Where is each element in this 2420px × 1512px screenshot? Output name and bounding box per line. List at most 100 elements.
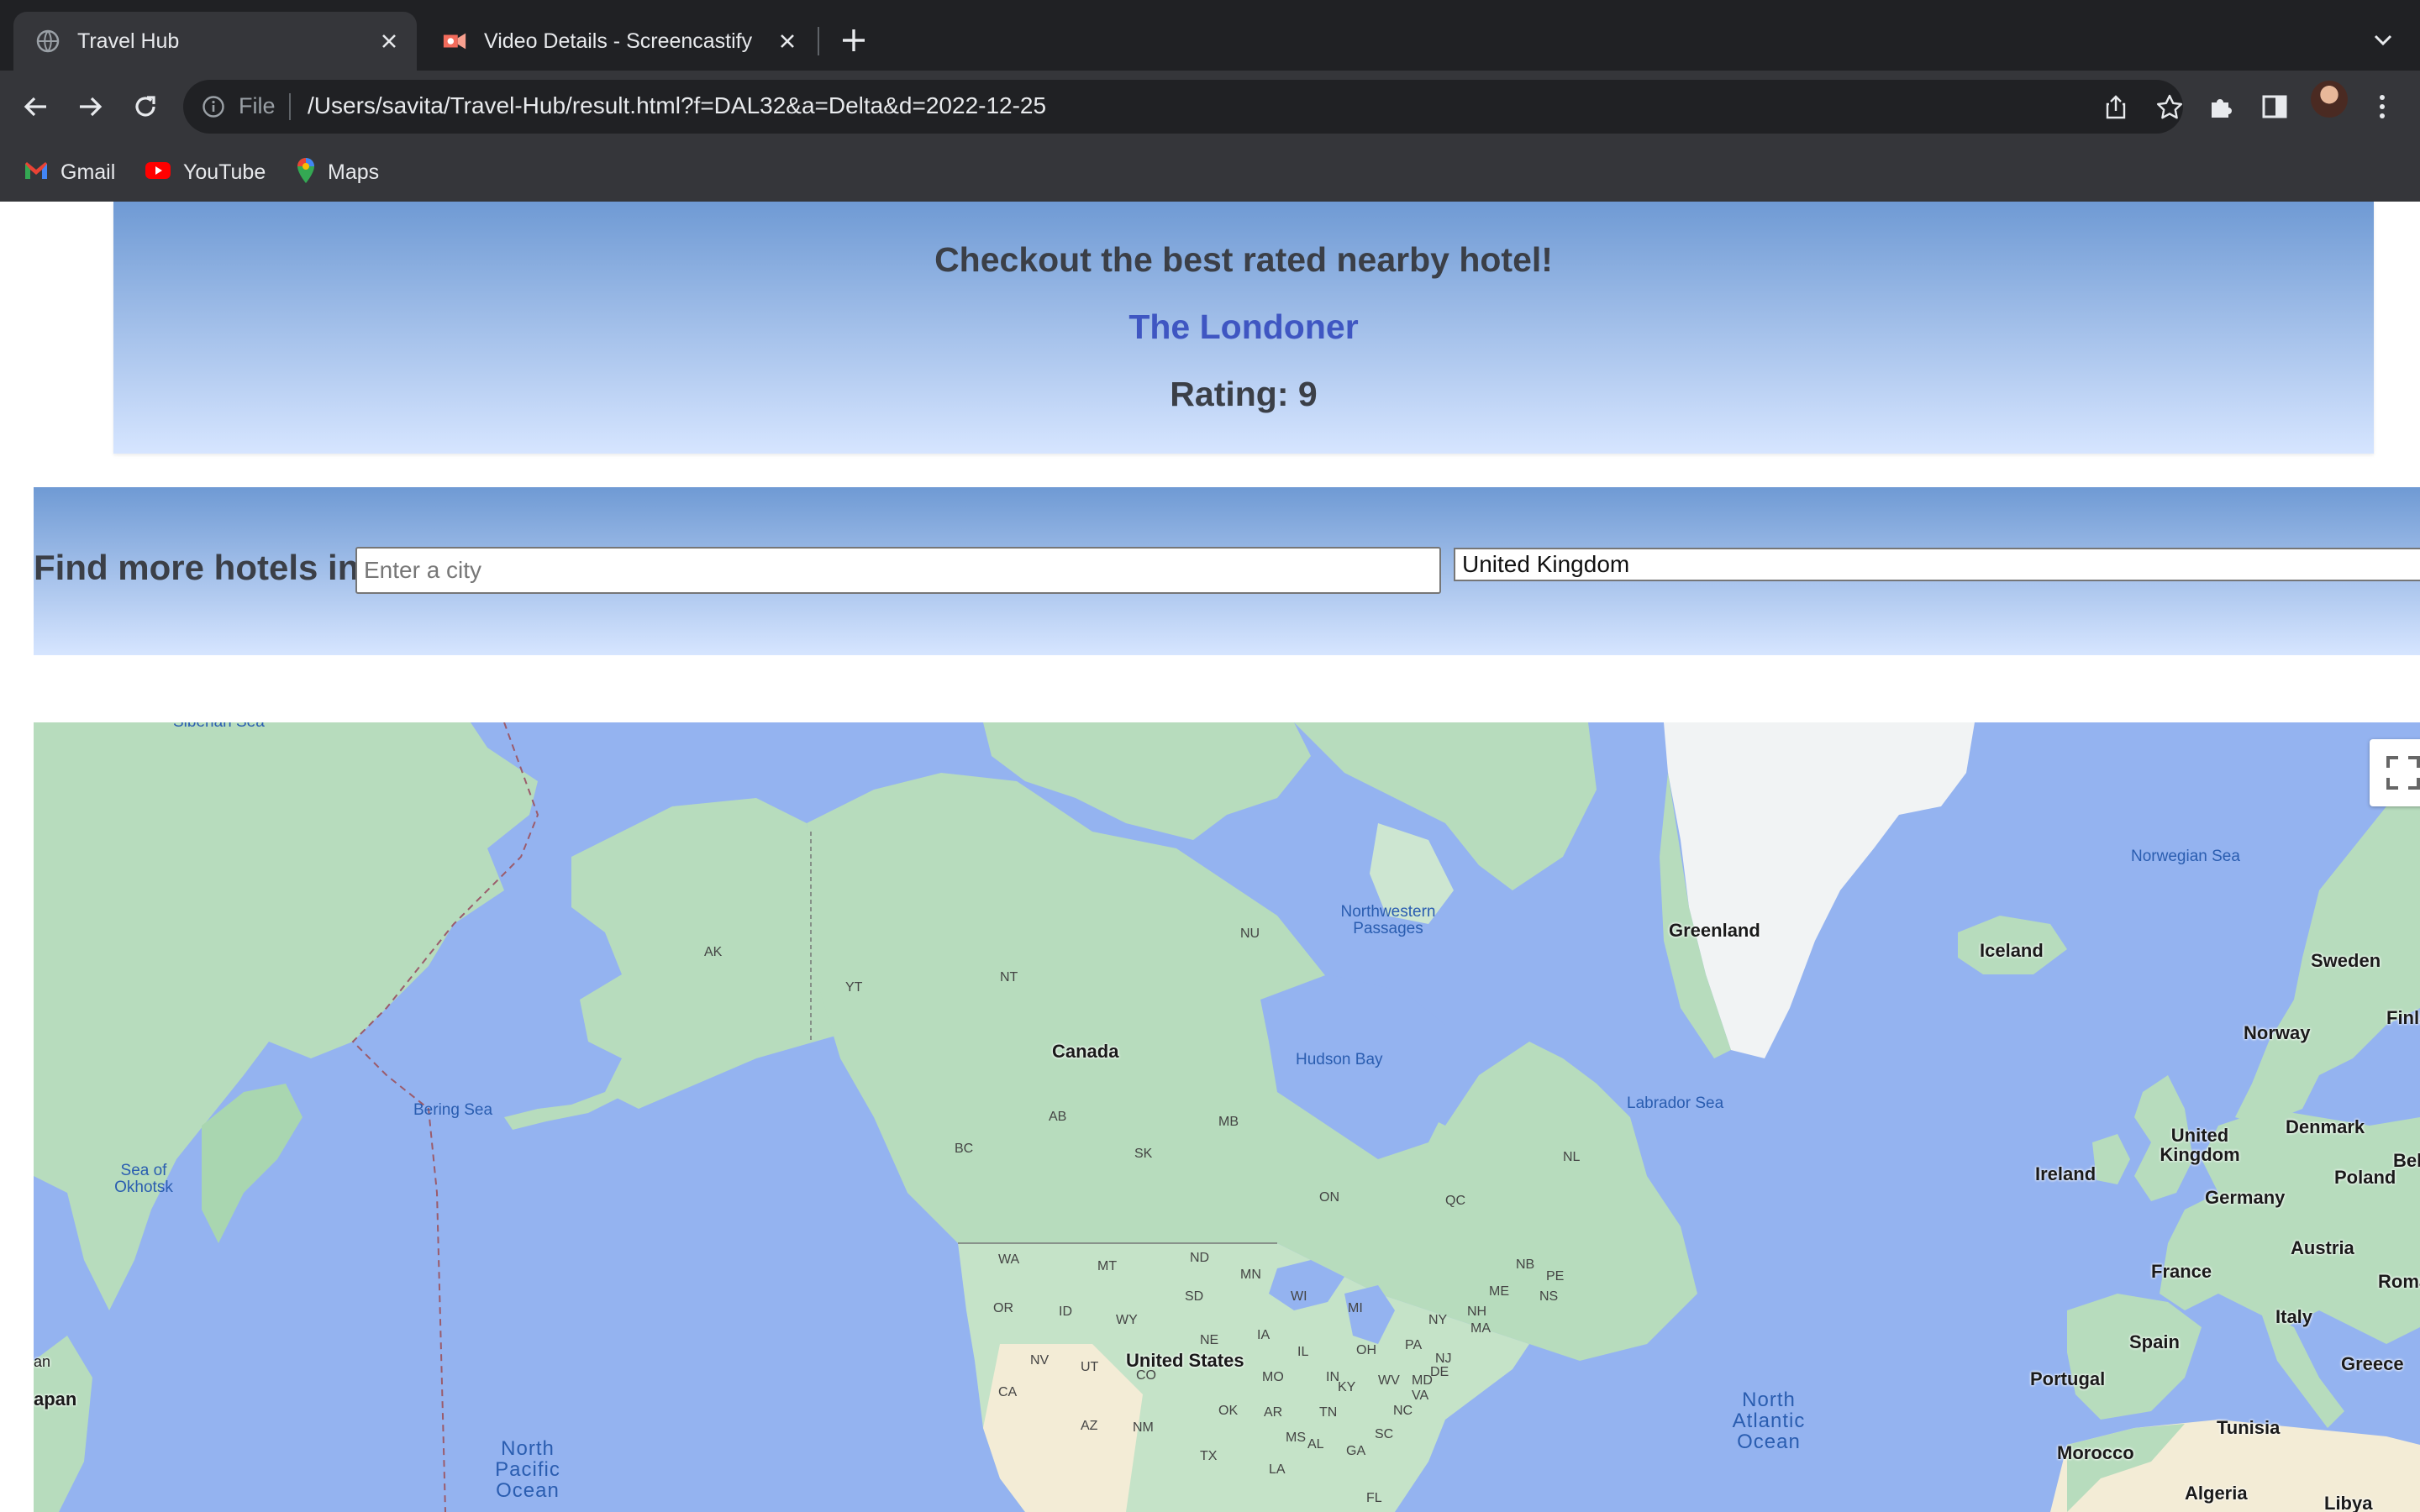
- map-label: Canada: [1052, 1041, 1119, 1062]
- hotel-rating: Rating: 9: [1170, 375, 1318, 413]
- map-label: Finla: [2386, 1007, 2420, 1028]
- map-label: VA: [1412, 1389, 1429, 1403]
- bookmark-youtube[interactable]: YouTube: [145, 143, 266, 202]
- map-label: Ireland: [2035, 1163, 2096, 1184]
- map-label: AZ: [1081, 1419, 1098, 1433]
- side-panel-icon[interactable]: [2254, 86, 2296, 128]
- map-label: NB: [1516, 1257, 1535, 1272]
- map-label: Roman: [2378, 1271, 2420, 1292]
- map-label: NV: [1030, 1353, 1050, 1368]
- map-label: Greece: [2341, 1353, 2404, 1374]
- map-label: PE: [1546, 1269, 1565, 1284]
- forward-arrow-icon[interactable]: [69, 86, 111, 128]
- country-field[interactable]: United Kingdom: [1454, 548, 2420, 581]
- map-label: NT: [1000, 970, 1018, 984]
- extensions-puzzle-icon[interactable]: [2200, 86, 2242, 128]
- map-label: OK: [1218, 1404, 1239, 1418]
- more-vert-icon[interactable]: [2361, 86, 2403, 128]
- map-label: Bel: [2393, 1150, 2420, 1171]
- map-label: OH: [1356, 1343, 1376, 1357]
- close-icon[interactable]: [375, 27, 403, 55]
- map-label: MN: [1240, 1268, 1261, 1282]
- map-label: Iceland: [1980, 940, 2044, 961]
- map-label: Libya: [2324, 1493, 2373, 1512]
- screencastify-icon: [442, 29, 467, 54]
- map-label: OR: [993, 1301, 1013, 1315]
- map-label: QC: [1445, 1194, 1465, 1208]
- map-label: NM: [1133, 1420, 1154, 1435]
- gmail-icon: [24, 160, 49, 185]
- map-label: Bering Sea: [413, 1101, 493, 1119]
- address-divider: [289, 93, 291, 120]
- hotel-search-bar: Find more hotels in: United Kingdom: [34, 487, 2420, 655]
- tab-title: Video Details - Screencastify: [484, 29, 753, 53]
- map-label: ON: [1319, 1190, 1339, 1205]
- scheme-label: File: [239, 93, 276, 118]
- tab-title: Travel Hub: [77, 29, 180, 53]
- close-icon[interactable]: [773, 27, 802, 55]
- map-label: North Pacific Ocean: [495, 1437, 560, 1503]
- bookmark-label: YouTube: [183, 160, 266, 184]
- map-label: NS: [1539, 1289, 1559, 1304]
- map-label: Labrador Sea: [1627, 1095, 1724, 1112]
- browser-toolbar: File /Users/savita/Travel-Hub/result.htm…: [0, 71, 2420, 202]
- banner-heading: Checkout the best rated nearby hotel!: [934, 240, 1553, 279]
- map-label: Morocco: [2057, 1442, 2134, 1463]
- map-label: Denmark: [2286, 1116, 2365, 1137]
- map-label: AB: [1049, 1110, 1067, 1124]
- fullscreen-icon[interactable]: [2370, 739, 2420, 806]
- map-label: TX: [1200, 1449, 1218, 1463]
- map-label: MO: [1262, 1370, 1284, 1384]
- best-hotel-banner: Checkout the best rated nearby hotel! Th…: [113, 202, 2374, 454]
- map-label: United Kingdom: [2160, 1125, 2240, 1166]
- map-label: NE: [1200, 1333, 1219, 1347]
- map-label: IL: [1297, 1345, 1309, 1359]
- map-label: Sea of Okhotsk: [114, 1162, 173, 1196]
- bookmark-label: Maps: [328, 160, 380, 184]
- map-label: AR: [1264, 1405, 1283, 1420]
- map-label: Austria: [2291, 1237, 2354, 1258]
- browser-tab-strip: Travel Hub Video Details - Screencastify: [0, 0, 2420, 71]
- map-label: CA: [998, 1385, 1018, 1399]
- reload-icon[interactable]: [124, 86, 166, 128]
- map-label: WV: [1378, 1373, 1400, 1388]
- google-map[interactable]: Greenland Iceland Sweden Norway Finla Ca…: [34, 722, 2420, 1512]
- map-label: Portugal: [2030, 1368, 2106, 1389]
- bookmark-star-icon[interactable]: [2154, 92, 2185, 122]
- back-arrow-icon[interactable]: [15, 86, 57, 128]
- info-icon[interactable]: [198, 92, 229, 122]
- address-bar[interactable]: File /Users/savita/Travel-Hub/result.htm…: [183, 80, 2183, 134]
- map-label: Algeria: [2185, 1483, 2248, 1504]
- hotel-name-link[interactable]: The Londoner: [113, 307, 2374, 347]
- maps-icon: [296, 157, 316, 188]
- map-label: LA: [1269, 1462, 1286, 1477]
- tab-travel-hub[interactable]: Travel Hub: [13, 12, 417, 71]
- map-label: Germany: [2205, 1187, 2286, 1208]
- map-label: AK: [704, 945, 723, 959]
- map-label: GA: [1346, 1444, 1366, 1458]
- map-label: Italy: [2275, 1306, 2313, 1327]
- city-input[interactable]: [355, 547, 1441, 594]
- map-label: DE: [1430, 1365, 1449, 1379]
- share-icon[interactable]: [2101, 92, 2131, 122]
- map-label: BC: [955, 1142, 974, 1156]
- tab-screencastify[interactable]: Video Details - Screencastify: [420, 12, 815, 71]
- bookmark-gmail[interactable]: Gmail: [24, 143, 115, 202]
- map-label: SK: [1134, 1147, 1153, 1161]
- map-label: NL: [1563, 1150, 1581, 1164]
- map-label: YT: [845, 980, 863, 995]
- chevron-down-icon[interactable]: [2368, 25, 2398, 55]
- url-text[interactable]: /Users/savita/Travel-Hub/result.html?f=D…: [308, 92, 1046, 119]
- map-label: MS: [1286, 1431, 1306, 1445]
- map-label: TN: [1319, 1405, 1338, 1420]
- profile-avatar[interactable]: [2311, 81, 2348, 118]
- bookmark-maps[interactable]: Maps: [296, 143, 379, 202]
- bookmark-label: Gmail: [60, 160, 116, 184]
- globe-icon: [35, 29, 60, 54]
- map-label: PA: [1405, 1338, 1423, 1352]
- map-label: Siberian Sea: [173, 722, 265, 731]
- map-label: apan: [34, 1389, 77, 1410]
- new-tab-plus-icon[interactable]: [837, 24, 871, 57]
- map-label: Norwegian Sea: [2131, 848, 2240, 865]
- map-label: Poland: [2334, 1167, 2396, 1188]
